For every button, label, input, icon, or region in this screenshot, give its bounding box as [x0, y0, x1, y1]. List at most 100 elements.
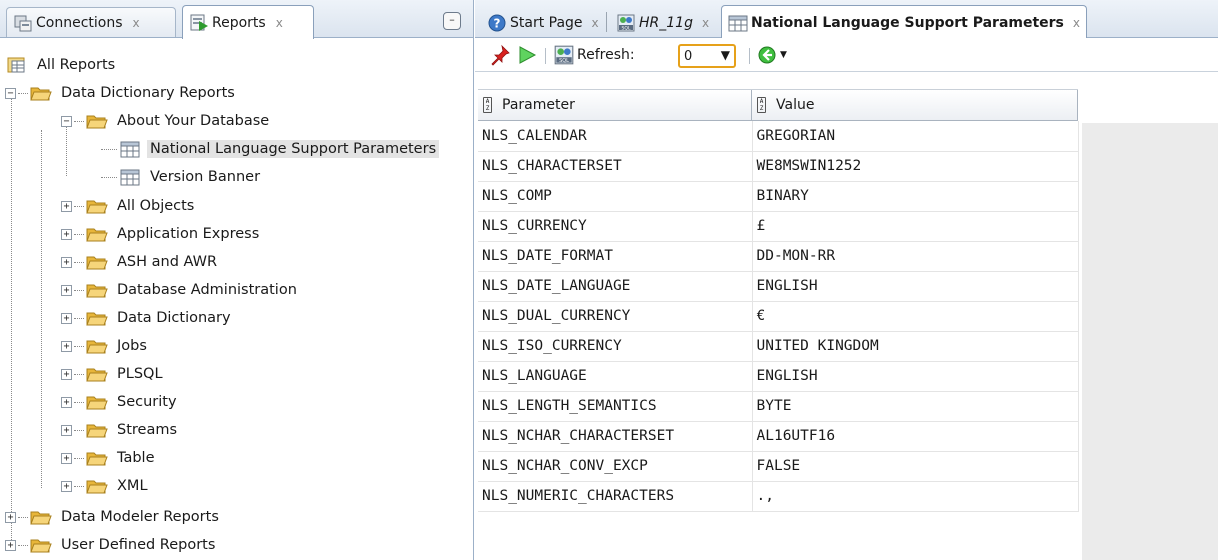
back-navigation-button[interactable]: ▼ [757, 44, 787, 66]
parameter-cell[interactable]: NLS_LANGUAGE [478, 361, 753, 392]
parameter-cell[interactable]: NLS_DATE_LANGUAGE [478, 271, 753, 302]
table-row[interactable]: NLS_DUAL_CURRENCY € [478, 301, 1079, 332]
table-row[interactable]: NLS_DATE_FORMAT DD-MON-RR [478, 241, 1079, 272]
navigator-panel: Connections x Reports x – All Reports − … [0, 0, 474, 560]
tree-node-database-administration[interactable]: + Database Administration [61, 277, 300, 303]
expand-icon[interactable]: + [61, 284, 72, 296]
parameter-cell[interactable]: NLS_CHARACTERSET [478, 151, 753, 182]
table-row[interactable]: NLS_CALENDAR GREGORIAN [478, 121, 1079, 152]
tree-node-data-dictionary-reports[interactable]: − Data Dictionary Reports [5, 80, 238, 106]
expand-icon[interactable]: + [61, 424, 72, 436]
tab-reports[interactable]: Reports x [182, 5, 314, 39]
expand-icon[interactable]: + [61, 200, 72, 212]
tree-connector [74, 457, 84, 459]
table-row[interactable]: NLS_CURRENCY £ [478, 211, 1079, 242]
tree-node-all-reports[interactable]: All Reports [6, 52, 118, 78]
column-header-parameter[interactable]: AZ Parameter [478, 90, 752, 120]
parameter-cell[interactable]: NLS_NCHAR_CHARACTERSET [478, 421, 753, 452]
table-row[interactable]: NLS_NUMERIC_CHARACTERS., [478, 481, 1079, 512]
collapse-icon[interactable]: − [61, 115, 72, 127]
tree-node-data-modeler-reports[interactable]: + Data Modeler Reports [5, 504, 222, 530]
expand-icon[interactable]: + [61, 396, 72, 408]
close-icon[interactable]: x [133, 16, 140, 30]
tree-node-application-express[interactable]: + Application Express [61, 221, 262, 247]
tree-node-about-your-database[interactable]: − About Your Database [61, 108, 272, 134]
parameter-cell[interactable]: NLS_COMP [478, 181, 753, 212]
parameter-cell[interactable]: NLS_DUAL_CURRENCY [478, 301, 753, 332]
freeze-view-button[interactable] [489, 44, 511, 66]
connection-selector[interactable]: SQL [553, 44, 575, 66]
table-row[interactable]: NLS_NCHAR_CHARACTERSET AL16UTF16 [478, 421, 1079, 452]
expand-icon[interactable]: + [61, 480, 72, 492]
expand-icon[interactable]: + [61, 340, 72, 352]
value-cell[interactable]: UNITED KINGDOM [752, 331, 1079, 362]
table-row[interactable]: NLS_NCHAR_CONV_EXCP FALSE [478, 451, 1079, 482]
tree-connector [74, 401, 84, 403]
value-cell[interactable]: FALSE [752, 451, 1079, 482]
tree-node-user-defined-reports[interactable]: + User Defined Reports [5, 532, 218, 558]
value-cell[interactable]: BINARY [752, 181, 1079, 212]
table-row[interactable]: NLS_ISO_CURRENCY UNITED KINGDOM [478, 331, 1079, 362]
tree-node-ash-and-awr[interactable]: + ASH and AWR [61, 249, 220, 275]
tree-node-xml[interactable]: + XML [61, 473, 151, 499]
column-header-value[interactable]: AZ Value [752, 90, 1078, 120]
tree-node-data-dictionary[interactable]: + Data Dictionary [61, 305, 234, 331]
value-cell[interactable]: € [752, 301, 1079, 332]
tab-nls-parameters[interactable]: National Language Support Parameters x [721, 5, 1088, 39]
tree-node-label: ASH and AWR [117, 254, 218, 270]
parameter-cell[interactable]: NLS_ISO_CURRENCY [478, 331, 753, 362]
expand-icon[interactable]: + [61, 368, 72, 380]
minimize-button[interactable]: – [443, 12, 461, 30]
close-icon[interactable]: x [1073, 16, 1080, 30]
value-cell[interactable]: DD-MON-RR [752, 241, 1079, 272]
close-icon[interactable]: x [276, 16, 283, 30]
tab-start-page[interactable]: ? Start Page x [481, 7, 605, 38]
folder-icon [86, 452, 108, 466]
expand-icon[interactable]: + [5, 539, 16, 551]
parameter-cell[interactable]: NLS_CALENDAR [478, 121, 753, 152]
tree-node-all-objects[interactable]: + All Objects [61, 193, 197, 219]
table-row[interactable]: NLS_LANGUAGE ENGLISH [478, 361, 1079, 392]
tree-node-label: Application Express [117, 226, 260, 242]
collapse-icon[interactable]: − [5, 87, 16, 99]
refresh-interval-select[interactable]: 0 ▼ [678, 44, 736, 68]
tree-node-table[interactable]: + Table [61, 445, 158, 471]
dropdown-arrow-icon[interactable]: ▼ [780, 50, 787, 60]
tree-node-security[interactable]: + Security [61, 389, 180, 415]
pin-icon [491, 44, 510, 66]
value-cell[interactable]: GREGORIAN [752, 121, 1079, 152]
close-icon[interactable]: x [592, 16, 599, 30]
table-row[interactable]: NLS_DATE_LANGUAGE ENGLISH [478, 271, 1079, 302]
close-icon[interactable]: x [702, 16, 709, 30]
tree-node-plsql[interactable]: + PLSQL [61, 361, 166, 387]
value-cell[interactable]: BYTE [752, 391, 1079, 422]
parameter-cell[interactable]: NLS_LENGTH_SEMANTICS [478, 391, 753, 422]
expand-icon[interactable]: + [5, 511, 16, 523]
folder-open-icon [30, 87, 52, 101]
tab-connections[interactable]: Connections x [6, 7, 176, 37]
table-row[interactable]: NLS_COMP BINARY [478, 181, 1079, 212]
table-row[interactable]: NLS_LENGTH_SEMANTICS BYTE [478, 391, 1079, 422]
tab-hr-11g[interactable]: SQL HR_11g x [610, 7, 715, 38]
tree-node-version-banner[interactable]: Version Banner [101, 164, 263, 190]
expand-icon[interactable]: + [61, 312, 72, 324]
parameter-cell[interactable]: NLS_DATE_FORMAT [478, 241, 753, 272]
tree-node-jobs[interactable]: + Jobs [61, 333, 150, 359]
expand-icon[interactable]: + [61, 256, 72, 268]
expand-icon[interactable]: + [61, 452, 72, 464]
value-cell[interactable]: ., [752, 481, 1079, 512]
tree-node-streams[interactable]: + Streams [61, 417, 180, 443]
value-cell[interactable]: £ [752, 211, 1079, 242]
value-cell[interactable]: WE8MSWIN1252 [752, 151, 1079, 182]
value-cell[interactable]: AL16UTF16 [752, 421, 1079, 452]
parameter-cell[interactable]: NLS_CURRENCY [478, 211, 753, 242]
parameter-cell[interactable]: NLS_NCHAR_CONV_EXCP [478, 451, 753, 482]
expand-icon[interactable]: + [61, 228, 72, 240]
tree-node-nls-parameters[interactable]: National Language Support Parameters [101, 136, 440, 162]
run-report-button[interactable] [517, 44, 537, 66]
tree-node-label: Table [117, 450, 155, 466]
parameter-cell[interactable]: NLS_NUMERIC_CHARACTERS [478, 481, 753, 512]
value-cell[interactable]: ENGLISH [752, 271, 1079, 302]
value-cell[interactable]: ENGLISH [752, 361, 1079, 392]
table-row[interactable]: NLS_CHARACTERSET WE8MSWIN1252 [478, 151, 1079, 182]
